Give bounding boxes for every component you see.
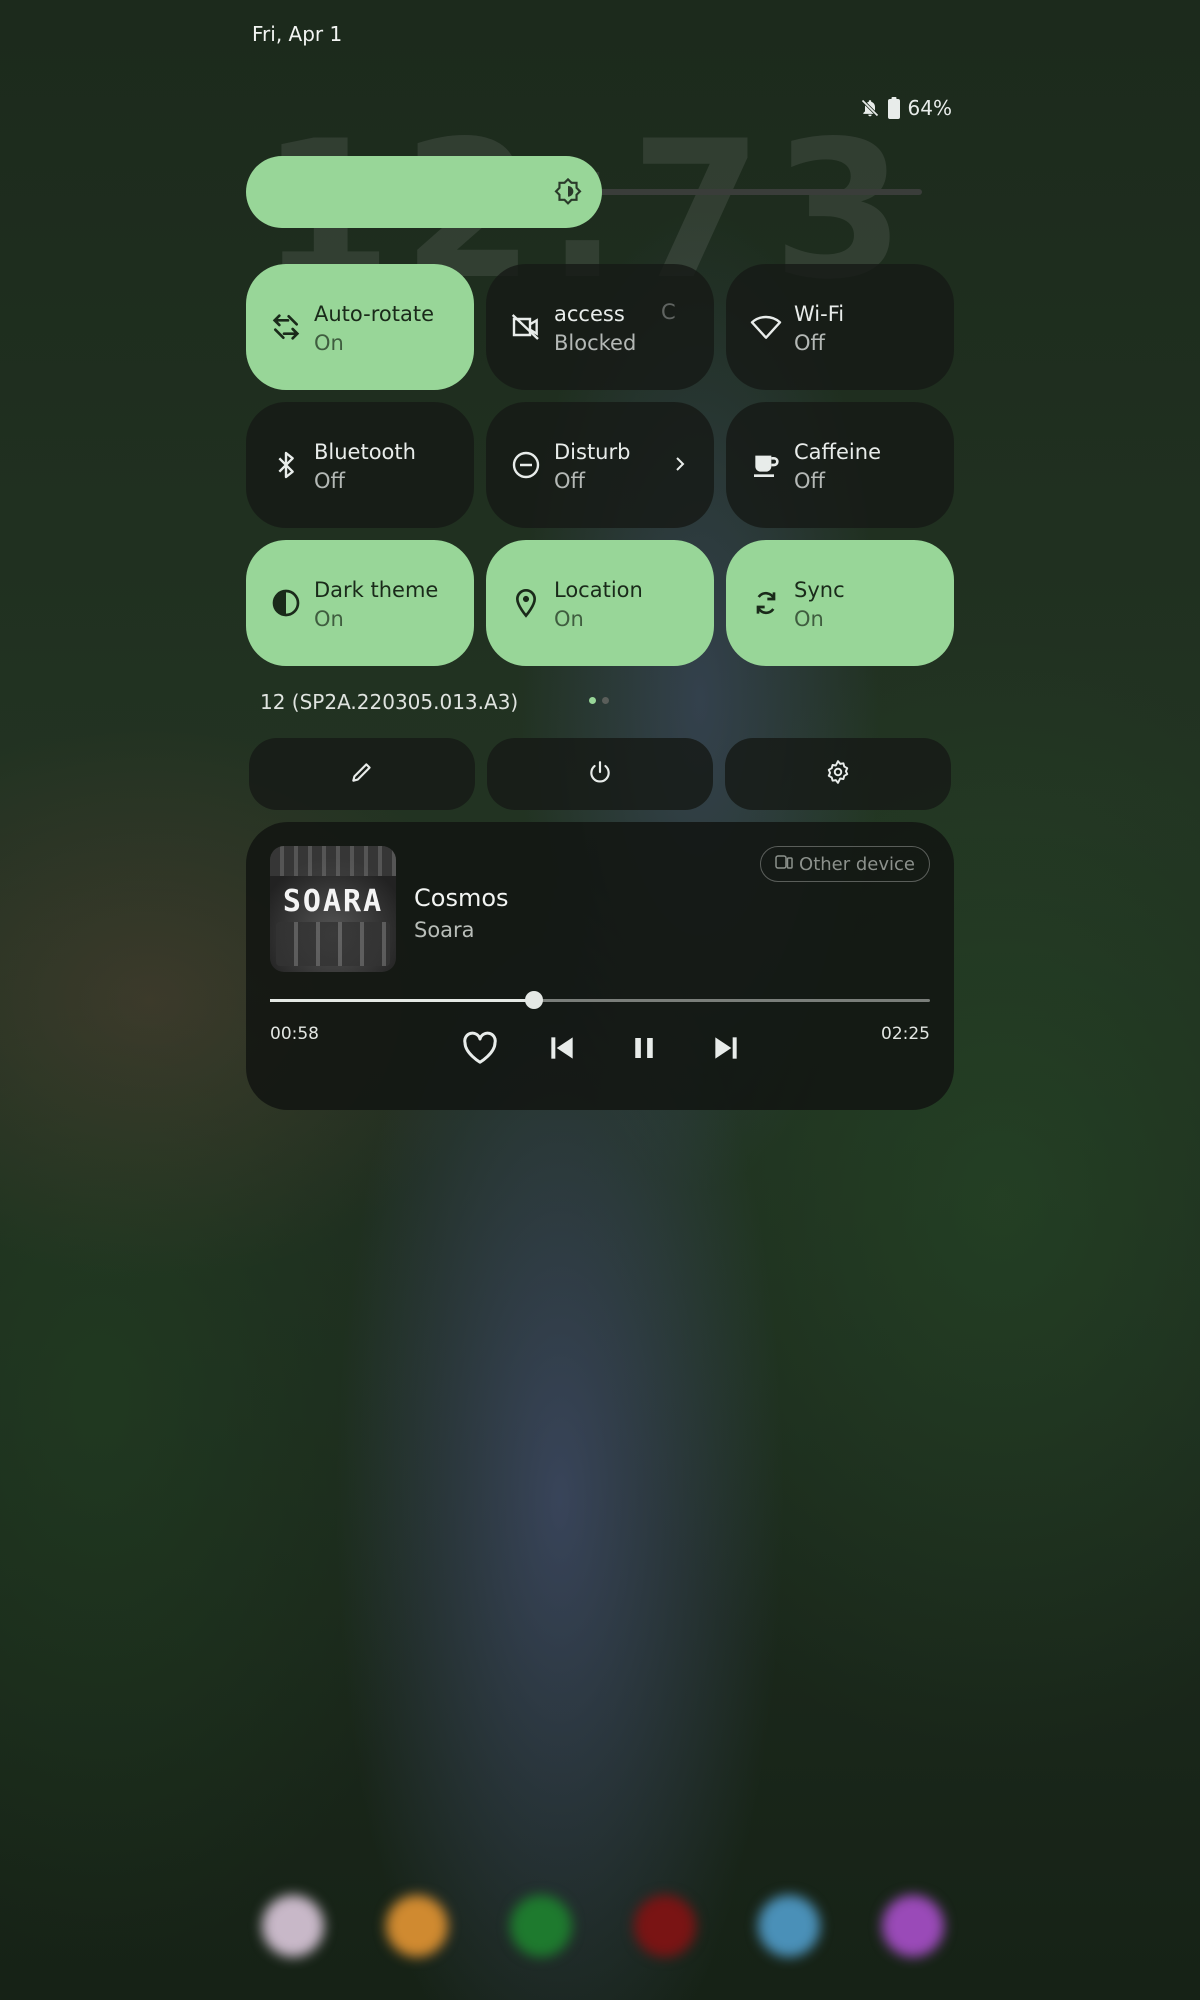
battery-icon [887, 97, 900, 119]
tile-wifi[interactable]: Wi-Fi Off [726, 264, 954, 390]
tile-state: Off [554, 469, 585, 493]
tile-do-not-disturb[interactable]: Disturb Off [486, 402, 714, 528]
settings-icon [825, 759, 851, 789]
quick-settings-tiles: Auto-rotate On access Blocked C Wi-Fi Off B… [246, 264, 954, 666]
battery-percent: 64% [907, 96, 952, 120]
power-button[interactable] [487, 738, 713, 810]
app-icon [758, 1895, 820, 1957]
tile-label: Location [554, 578, 643, 602]
seek-bar[interactable] [270, 991, 930, 1009]
seek-thumb[interactable] [525, 991, 543, 1009]
status-icons: 64% [860, 96, 952, 120]
home-dock-blurred [262, 1895, 944, 1957]
tile-label-overflow: C [661, 300, 676, 324]
tile-location[interactable]: Location On [486, 540, 714, 666]
tile-state: On [554, 607, 584, 631]
tile-state: On [314, 607, 344, 631]
chevron-right-icon[interactable] [668, 452, 692, 480]
tile-auto-rotate[interactable]: Auto-rotate On [246, 264, 474, 390]
tile-label: Wi-Fi [794, 302, 845, 326]
sync-icon [750, 587, 782, 619]
total-time: 02:25 [881, 1024, 930, 1044]
album-art-figures [276, 922, 390, 966]
status-date: Fri, Apr 1 [252, 22, 343, 46]
tile-state: Off [314, 469, 345, 493]
tile-state: Off [794, 469, 825, 493]
notifications-off-icon [860, 97, 880, 119]
tile-label: Caffeine [794, 440, 881, 464]
next-button[interactable] [706, 1030, 746, 1070]
tile-label: Disturb [554, 440, 631, 464]
skip-next-icon [710, 1032, 742, 1068]
heart-icon [462, 1031, 498, 1069]
track-artist: Soara [414, 918, 475, 942]
tile-label: Auto-rotate [314, 302, 435, 326]
output-device-chip[interactable]: Other device [760, 846, 930, 882]
tile-state: Off [794, 331, 825, 355]
previous-button[interactable] [542, 1030, 582, 1070]
app-icon [634, 1895, 696, 1957]
tile-bluetooth[interactable]: Bluetooth Off [246, 402, 474, 528]
tile-state: On [794, 607, 824, 631]
output-device-label: Other device [799, 853, 915, 875]
camera-off-icon [510, 311, 542, 343]
edit-icon [349, 759, 375, 789]
tile-dark-theme[interactable]: Dark theme On [246, 540, 474, 666]
tile-caffeine[interactable]: Caffeine Off [726, 402, 954, 528]
tile-camera-access[interactable]: access Blocked C [486, 264, 714, 390]
pause-button[interactable] [624, 1030, 664, 1070]
album-art-logo: SOARA [282, 884, 384, 919]
wifi-icon [750, 311, 782, 343]
app-icon [882, 1895, 944, 1957]
dnd-icon [510, 449, 542, 481]
brightness-slider[interactable] [246, 156, 922, 228]
bluetooth-icon [270, 449, 302, 481]
footer-actions [249, 738, 951, 810]
brightness-fill[interactable] [246, 156, 602, 228]
edit-button[interactable] [249, 738, 475, 810]
media-player[interactable]: SOARA Cosmos Soara Other device 00:58 02… [246, 822, 954, 1110]
tile-state: On [314, 331, 344, 355]
tile-label: Bluetooth [314, 440, 416, 464]
tile-state: Blocked [554, 331, 637, 355]
elapsed-time: 00:58 [270, 1024, 319, 1044]
rotate-icon [270, 311, 302, 343]
seek-progress [270, 999, 534, 1002]
tile-sync[interactable]: Sync On [726, 540, 954, 666]
app-icon [262, 1895, 324, 1957]
build-number[interactable]: 12 (SP2A.220305.013.A3) [260, 690, 518, 714]
page-dot [602, 697, 609, 704]
page-indicator [589, 697, 609, 704]
coffee-icon [750, 449, 782, 481]
tile-label: Dark theme [314, 578, 439, 602]
dark-theme-icon [270, 587, 302, 619]
skip-previous-icon [546, 1032, 578, 1068]
speaker-device-icon [775, 854, 793, 875]
settings-button[interactable] [725, 738, 951, 810]
media-controls [460, 1030, 746, 1070]
page-dot-active [589, 697, 596, 704]
album-art: SOARA [270, 846, 396, 972]
tile-label: Sync [794, 578, 845, 602]
location-icon [510, 587, 542, 619]
pause-icon [629, 1032, 659, 1068]
app-icon [386, 1895, 448, 1957]
track-title: Cosmos [414, 884, 509, 912]
like-button[interactable] [460, 1030, 500, 1070]
power-icon [587, 759, 613, 789]
album-art-crowd [270, 846, 396, 876]
app-icon [510, 1895, 572, 1957]
brightness-auto-icon [552, 176, 584, 212]
tile-label: access [554, 302, 625, 326]
